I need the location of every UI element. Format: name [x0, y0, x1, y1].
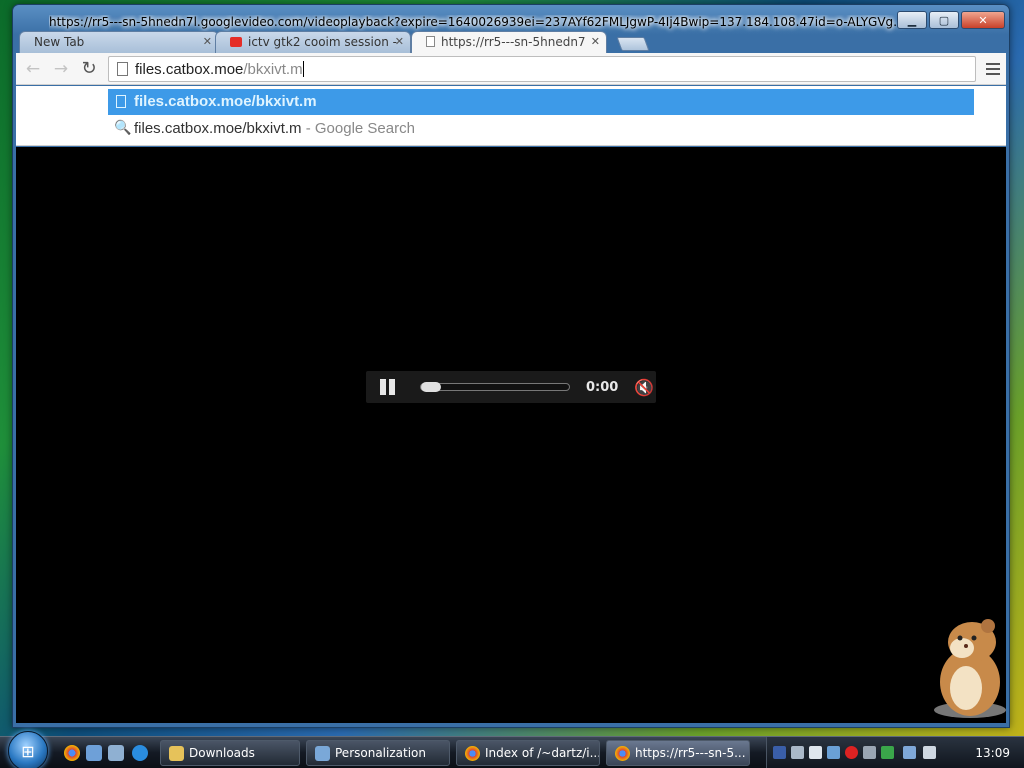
mute-button[interactable]: 🔇	[634, 378, 654, 397]
volume-icon[interactable]	[923, 746, 936, 759]
tab-videoplayback[interactable]: https://rr5---sn-5hnedn7 ✕	[411, 31, 607, 53]
reload-icon: ↻	[81, 58, 97, 79]
suggestion-text: files.catbox.moe/bkxivt.m	[134, 120, 302, 137]
start-button[interactable]: ⊞	[8, 731, 48, 768]
tab-label: https://rr5---sn-5hnedn7	[441, 35, 586, 49]
tab-new-tab[interactable]: New Tab ✕	[19, 31, 219, 53]
taskbar-button-label: Index of /~dartz/i...	[485, 746, 600, 760]
hamburger-icon	[986, 63, 1000, 65]
tab-close-icon[interactable]: ✕	[591, 35, 600, 48]
system-tray: 13:09	[766, 737, 1024, 768]
folder-icon	[169, 746, 184, 761]
clock[interactable]: 13:09	[975, 746, 1010, 760]
minimize-icon: ▁	[907, 13, 917, 27]
error-icon[interactable]	[845, 746, 858, 759]
taskbar-button-label: Downloads	[189, 746, 255, 760]
video-player[interactable]: 0:00 🔇	[16, 147, 1006, 723]
address-autocomplete-text: /bkxivt.m	[243, 61, 303, 78]
taskbar-button-personalization[interactable]: Personalization	[306, 740, 450, 766]
network-icon[interactable]	[903, 746, 916, 759]
seek-thumb[interactable]	[421, 382, 441, 392]
youtube-icon	[230, 37, 242, 47]
chrome-icon	[465, 746, 480, 761]
taskbar-button-videoplayback[interactable]: https://rr5---sn-5...	[606, 740, 750, 766]
tab-strip: New Tab ✕ ictv gtk2 cooim session - ✕ ht…	[19, 31, 1003, 53]
close-icon: ✕	[978, 13, 988, 27]
taskbar-button-label: Personalization	[335, 746, 426, 760]
switch-windows-icon[interactable]	[108, 745, 124, 761]
forward-button[interactable]: →	[50, 59, 72, 79]
back-button[interactable]: ←	[22, 59, 44, 79]
taskbar-button-label: https://rr5---sn-5...	[635, 746, 746, 760]
browser-toolbar: ← → ↻ files.catbox.moe/bkxivt.m	[16, 53, 1006, 85]
gear-icon[interactable]	[863, 746, 876, 759]
address-bar[interactable]: files.catbox.moe/bkxivt.m	[108, 56, 976, 82]
chrome-icon	[615, 746, 630, 761]
search-icon: 🔍	[114, 119, 132, 135]
page-icon	[116, 95, 126, 108]
control-panel-icon	[315, 746, 330, 761]
text-caret	[302, 61, 304, 77]
maximize-icon: ▢	[938, 13, 950, 27]
speaker-muted-icon: 🔇	[634, 377, 655, 397]
pause-button[interactable]	[380, 379, 396, 395]
tab-label: ictv gtk2 cooim session -	[248, 35, 397, 49]
back-arrow-icon: ←	[25, 59, 41, 79]
taskbar: ⊞ Downloads Personalization Index of /~d…	[0, 731, 1024, 768]
language-icon[interactable]	[773, 746, 786, 759]
address-typed-text: files.catbox.moe	[135, 61, 244, 78]
window-caption-buttons: ▁ ▢ ✕	[897, 11, 1005, 29]
tab-label: New Tab	[34, 35, 85, 49]
chrome-menu-button[interactable]	[986, 63, 1000, 75]
reload-button[interactable]: ↻	[78, 59, 100, 79]
suggestion-url[interactable]: files.catbox.moe/bkxivt.m	[108, 89, 974, 115]
forward-arrow-icon: →	[53, 59, 69, 79]
playback-time: 0:00	[586, 379, 619, 395]
tab-youtube[interactable]: ictv gtk2 cooim session - ✕	[215, 31, 411, 53]
omnibox-suggestions: files.catbox.moe/bkxivt.m 🔍 files.catbox…	[16, 86, 1006, 146]
chrome-icon[interactable]	[64, 745, 80, 761]
internet-explorer-icon[interactable]	[132, 745, 148, 761]
tab-close-icon[interactable]: ✕	[203, 35, 212, 48]
seek-bar[interactable]	[420, 382, 570, 392]
browser-window: https://rr5---sn-5hnedn7l.googlevideo.co…	[12, 4, 1010, 728]
suggestion-description: - Google Search	[301, 120, 415, 137]
show-desktop-icon[interactable]	[86, 745, 102, 761]
taskbar-button-downloads[interactable]: Downloads	[160, 740, 300, 766]
update-icon[interactable]	[827, 746, 840, 759]
windows-logo-icon: ⊞	[21, 741, 35, 761]
suggestion-search[interactable]: 🔍 files.catbox.moe/bkxivt.m - Google Sea…	[108, 116, 974, 142]
close-window-button[interactable]: ✕	[961, 11, 1005, 29]
page-icon	[117, 62, 128, 76]
new-tab-button[interactable]	[616, 37, 650, 51]
hamster-icon[interactable]	[922, 612, 1014, 722]
monitor-icon[interactable]	[791, 746, 804, 759]
page-icon	[426, 36, 435, 47]
video-controls: 0:00 🔇	[366, 371, 656, 403]
taskbar-button-index-of[interactable]: Index of /~dartz/i...	[456, 740, 600, 766]
maximize-button[interactable]: ▢	[929, 11, 959, 29]
tab-close-icon[interactable]: ✕	[395, 35, 404, 48]
security-icon[interactable]	[881, 746, 894, 759]
suggestion-text: files.catbox.moe/bkxivt.m	[134, 93, 317, 110]
device-icon[interactable]	[809, 746, 822, 759]
minimize-button[interactable]: ▁	[897, 11, 927, 29]
